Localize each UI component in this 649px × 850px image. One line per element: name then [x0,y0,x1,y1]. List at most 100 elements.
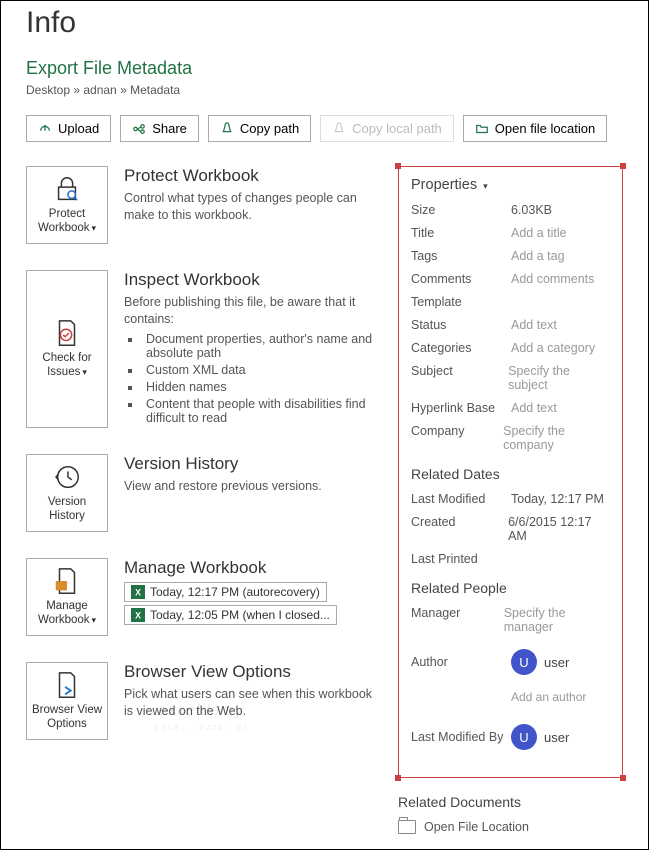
upload-icon [38,122,52,136]
protect-title: Protect Workbook [124,166,376,186]
properties-dropdown[interactable]: Properties ▾ [411,177,610,193]
browser-title: Browser View Options [124,662,376,682]
inspect-desc: Before publishing this file, be aware th… [124,294,376,328]
chevron-down-icon: ▾ [92,223,97,233]
version-title: Version History [124,454,376,474]
property-value[interactable]: Specify the subject [508,364,610,392]
workbook-icon [52,566,82,596]
property-value[interactable]: Specify the company [503,424,610,452]
history-icon [52,462,82,492]
last-modified-by-label: Last Modified By [411,730,511,744]
manager-value[interactable]: Specify the manager [504,606,610,634]
upload-button[interactable]: Upload [26,115,111,142]
property-row: CategoriesAdd a category [411,341,610,355]
property-label: Company [411,424,503,452]
open-file-location-link[interactable]: Open File Location [398,820,623,834]
property-value[interactable]: Add a category [511,341,595,355]
breadcrumb[interactable]: Desktop » adnan » Metadata [26,83,623,97]
file-name: Export File Metadata [26,58,623,79]
related-documents-header: Related Documents [398,794,623,810]
svg-text:X: X [135,610,141,620]
inspect-item: Content that people with disabilities fi… [142,397,376,425]
excel-icon: X [131,608,145,622]
author-label: Author [411,655,511,669]
date-value: 6/6/2015 12:17 AM [508,515,610,543]
property-row: SubjectSpecify the subject [411,364,610,392]
properties-panel: Properties ▾ Size6.03KB TitleAdd a title T… [398,166,623,778]
avatar[interactable]: U [511,649,537,675]
lock-icon [52,174,82,204]
date-label: Last Modified [411,492,511,506]
svg-text:X: X [135,587,141,597]
folder-open-icon [475,122,489,136]
property-value[interactable]: Add a tag [511,249,565,263]
version-item[interactable]: X Today, 12:17 PM (autorecovery) [124,582,327,602]
date-label: Last Printed [411,552,511,566]
last-modified-user: user [544,730,569,745]
related-people-header: Related People [411,580,610,596]
protect-workbook-tile[interactable]: Protect Workbook▾ [26,166,108,244]
copy-local-path-button: Copy local path [320,115,454,142]
inspect-title: Inspect Workbook [124,270,376,290]
property-label: Size [411,203,511,217]
property-label: Subject [411,364,508,392]
protect-desc: Control what types of changes people can… [124,190,376,224]
browser-section: Browser View Options Browser View Option… [26,662,376,740]
copy-local-label: Copy local path [352,121,442,136]
version-desc: View and restore previous versions. [124,478,376,495]
property-label: Status [411,318,511,332]
chevron-down-icon: ▾ [483,181,488,191]
browser-desc: Pick what users can see when this workbo… [124,686,376,720]
manage-workbook-tile[interactable]: Manage Workbook▾ [26,558,108,636]
date-row: Last ModifiedToday, 12:17 PM [411,492,610,506]
share-icon [132,122,146,136]
property-value: 6.03KB [511,203,552,217]
property-row: StatusAdd text [411,318,610,332]
add-author-button[interactable]: Add an author [411,690,610,704]
property-label: Template [411,295,511,309]
property-label: Hyperlink Base [411,401,511,415]
copy-local-icon [332,122,346,136]
manage-title: Manage Workbook [124,558,376,578]
open-loc-label: Open file location [495,121,595,136]
property-row: CommentsAdd comments [411,272,610,286]
date-row: Created6/6/2015 12:17 AM [411,515,610,543]
date-row: Last Printed [411,552,610,566]
inspect-item: Hidden names [142,380,376,394]
inspect-item: Custom XML data [142,363,376,377]
toolbar: Upload Share Copy path Copy local path O… [26,115,623,142]
chevron-down-icon: ▾ [82,367,87,377]
version-history-tile[interactable]: Version History [26,454,108,532]
property-value[interactable]: Add a title [511,226,567,240]
property-value[interactable]: Add text [511,318,557,332]
property-value[interactable]: Add comments [511,272,594,286]
protect-section: Protect Workbook▾ Protect Workbook Contr… [26,166,376,244]
property-label: Comments [411,272,511,286]
related-dates-header: Related Dates [411,466,610,482]
copy-path-label: Copy path [240,121,299,136]
property-row: TitleAdd a title [411,226,610,240]
property-row: CompanySpecify the company [411,424,610,452]
page-arrow-icon [52,670,82,700]
copy-path-button[interactable]: Copy path [208,115,311,142]
page-check-icon [52,318,82,348]
chevron-down-icon: ▾ [92,615,97,625]
browser-view-options-tile[interactable]: Browser View Options [26,662,108,740]
check-for-issues-tile[interactable]: Check for Issues▾ [26,270,108,428]
version-section: Version History Version History View and… [26,454,376,532]
page-title: Info [26,6,623,40]
folder-icon [398,820,416,834]
avatar[interactable]: U [511,724,537,750]
property-row: Template [411,295,610,309]
copy-icon [220,122,234,136]
excel-icon: X [131,585,145,599]
share-label: Share [152,121,187,136]
inspect-item: Document properties, author's name and a… [142,332,376,360]
property-value[interactable]: Add text [511,401,557,415]
inspect-list: Document properties, author's name and a… [142,332,376,425]
share-button[interactable]: Share [120,115,199,142]
version-item[interactable]: X Today, 12:05 PM (when I closed... [124,605,337,625]
open-file-location-button[interactable]: Open file location [463,115,607,142]
property-row: Hyperlink BaseAdd text [411,401,610,415]
upload-label: Upload [58,121,99,136]
